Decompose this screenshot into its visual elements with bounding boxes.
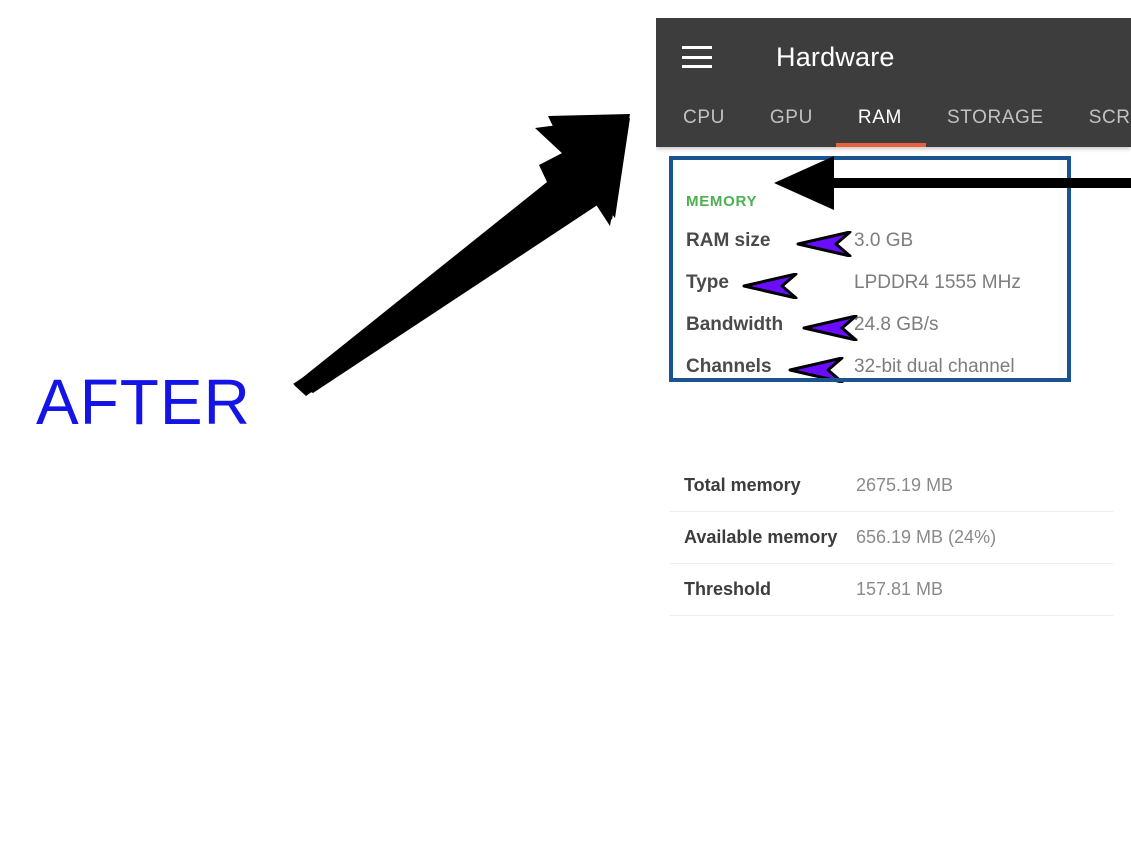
purple-pointer-icon (802, 315, 858, 341)
page-title: Hardware (776, 41, 895, 72)
spec-value-type: LPDDR4 1555 MHz (854, 272, 1021, 293)
purple-pointer-icon (742, 273, 798, 299)
spec-label-ram-size-text: RAM size (686, 230, 771, 251)
spec-value-channels: 32-bit dual channel (854, 356, 1015, 377)
spec-label-bandwidth: Bandwidth (686, 314, 858, 341)
diagonal-arrow-annotation (293, 114, 630, 396)
spec-label-type-text: Type (686, 272, 729, 293)
spec-label-type: Type (686, 272, 854, 299)
spec-row-type: Type LPDDR4 1555 MHz (656, 272, 1131, 314)
stat-value-available-memory: 656.19 MB (24%) (856, 527, 997, 547)
memory-card: MEMORY RAM size 3.0 GB Type LPDDR4 1555 … (656, 175, 1131, 412)
hardware-app-panel: Hardware CPU GPU RAM STORAGE SCREE MEMOR… (656, 18, 1131, 844)
memory-card-title: MEMORY (686, 193, 758, 210)
spec-row-channels: Channels 32-bit dual channel (656, 356, 1131, 398)
stat-label-available-memory: Available memory (684, 527, 838, 547)
tab-ram[interactable]: RAM (835, 107, 926, 147)
purple-pointer-icon (788, 357, 844, 383)
spec-row-bandwidth: Bandwidth 24.8 GB/s (656, 314, 1131, 356)
tab-screen[interactable]: SCREE (1089, 107, 1131, 147)
table-row: Available memory 656.19 MB (24%) (670, 512, 1113, 564)
spec-row-ram-size: RAM size 3.0 GB (656, 230, 1131, 272)
hamburger-icon[interactable] (682, 46, 712, 68)
tab-cpu[interactable]: CPU (683, 107, 725, 147)
memory-stats-table: Total memory 2675.19 MB Available memory… (656, 460, 1131, 616)
stat-label-total-memory: Total memory (684, 475, 801, 495)
after-annotation-label: AFTER (36, 366, 251, 438)
spec-label-channels: Channels (686, 356, 854, 383)
table-row: Threshold 157.81 MB (670, 564, 1113, 616)
tab-storage[interactable]: STORAGE (947, 107, 1044, 147)
ram-tab-content: MEMORY RAM size 3.0 GB Type LPDDR4 1555 … (656, 175, 1131, 616)
spec-label-bandwidth-text: Bandwidth (686, 314, 784, 335)
stat-value-threshold: 157.81 MB (856, 579, 944, 599)
spec-label-ram-size: RAM size (686, 230, 854, 257)
app-bar: Hardware CPU GPU RAM STORAGE SCREE (656, 18, 1131, 147)
tab-gpu[interactable]: GPU (770, 107, 813, 147)
spec-value-ram-size: 3.0 GB (854, 230, 914, 251)
stat-label-threshold: Threshold (684, 579, 772, 599)
stat-value-total-memory: 2675.19 MB (856, 475, 954, 495)
app-bar-top-row: Hardware (656, 18, 1131, 96)
purple-pointer-icon (796, 231, 852, 257)
tab-bar: CPU GPU RAM STORAGE SCREE (656, 96, 1131, 147)
table-row: Total memory 2675.19 MB (670, 460, 1113, 512)
spec-value-bandwidth: 24.8 GB/s (854, 314, 939, 335)
spec-label-channels-text: Channels (686, 356, 772, 377)
